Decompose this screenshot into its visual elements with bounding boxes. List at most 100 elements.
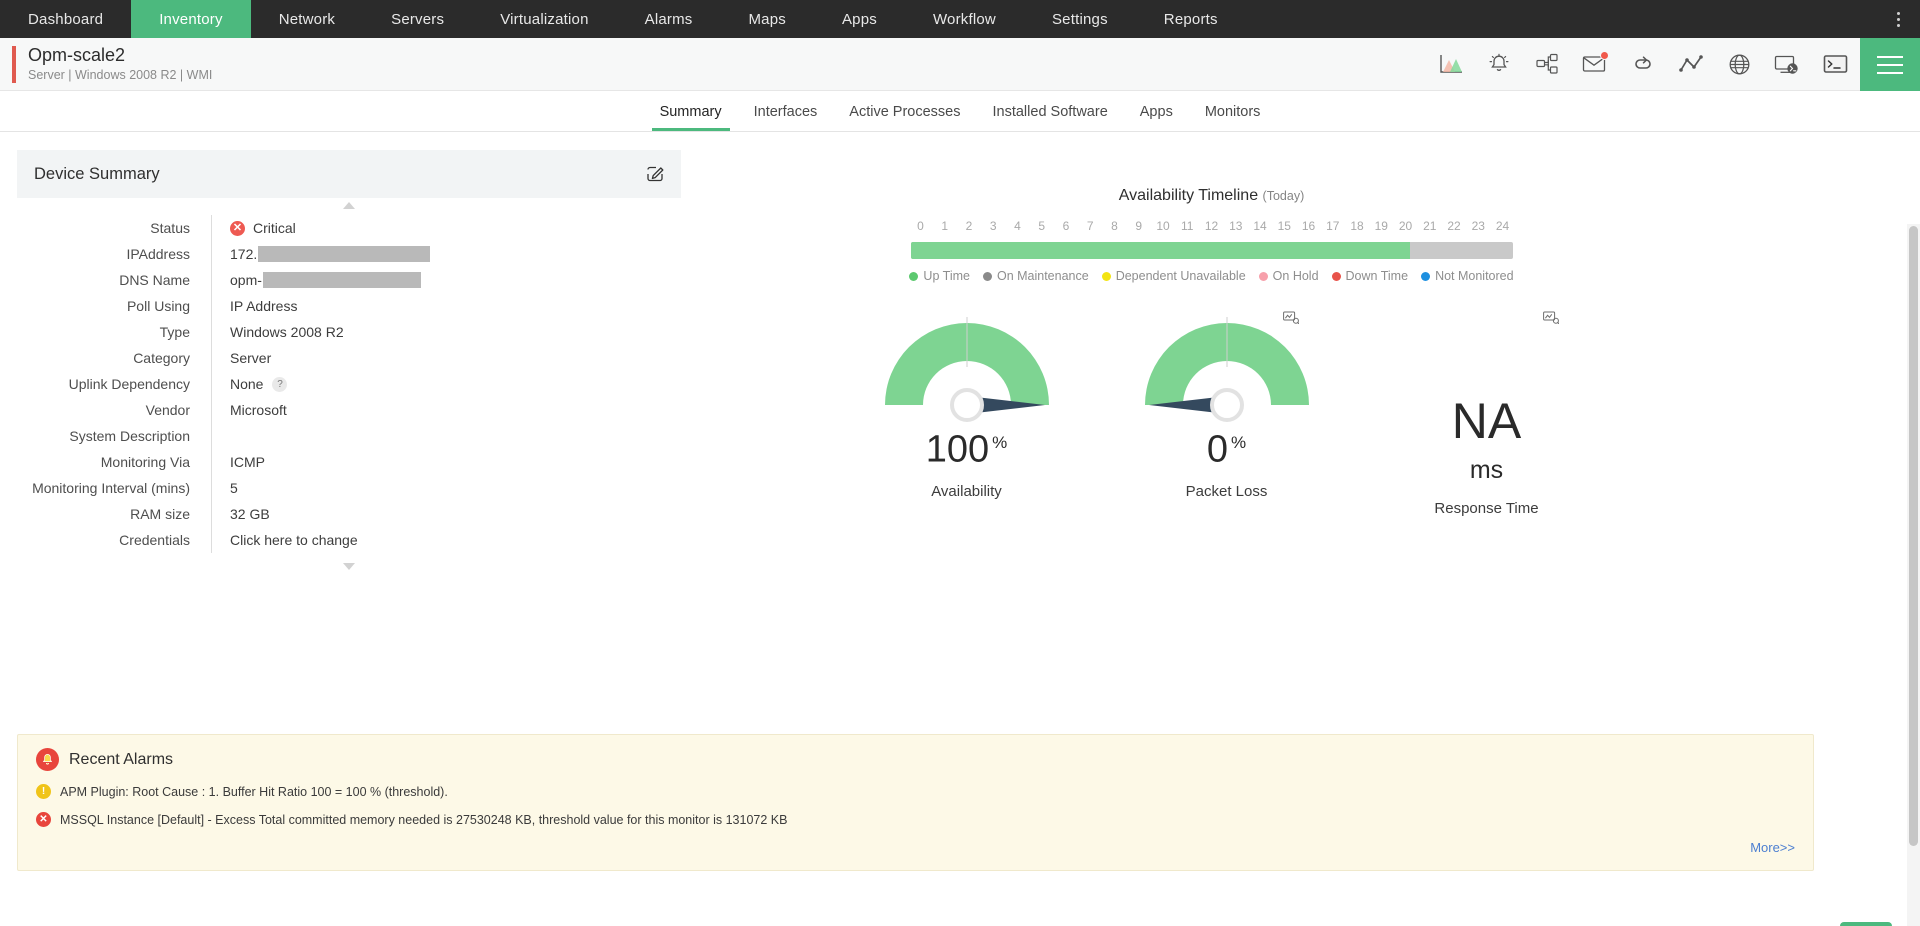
edit-icon[interactable] <box>646 165 664 183</box>
legend-label: On Hold <box>1273 269 1319 283</box>
gauge-svg <box>867 305 1067 423</box>
legend-label: Not Monitored <box>1435 269 1514 283</box>
nav-item-inventory[interactable]: Inventory <box>131 0 251 38</box>
tab-summary[interactable]: Summary <box>644 93 738 130</box>
summary-field-text: 172. <box>230 246 257 262</box>
nav-item-virtualization[interactable]: Virtualization <box>472 0 616 38</box>
workflow-icon[interactable] <box>1534 51 1560 77</box>
globe-icon[interactable] <box>1726 51 1752 77</box>
timeline-tick: 22 <box>1444 219 1464 233</box>
summary-field-label: Credentials <box>17 532 211 548</box>
top-nav-items: DashboardInventoryNetworkServersVirtuali… <box>0 0 1246 38</box>
timeline-tick: 11 <box>1177 219 1197 233</box>
nav-item-network[interactable]: Network <box>251 0 363 38</box>
timeline-bar[interactable] <box>911 242 1513 259</box>
gauge-packet-loss: 0% Packet Loss <box>1127 305 1327 517</box>
summary-field-label: RAM size <box>17 506 211 522</box>
alarms-more-link[interactable]: More>> <box>36 840 1795 855</box>
main-content: Device Summary Status✕CriticalIPAddress1… <box>0 132 1920 926</box>
timeline-tick: 5 <box>1032 219 1052 233</box>
summary-field-label: Status <box>17 220 211 236</box>
alarm-row[interactable]: ✕MSSQL Instance [Default] - Excess Total… <box>36 812 1795 827</box>
tab-apps[interactable]: Apps <box>1124 93 1189 130</box>
timeline-tick: 8 <box>1105 219 1125 233</box>
gauge-group: 100% Availability 0% Packet Loss NAmsRespons… <box>533 305 1920 517</box>
mail-icon[interactable] <box>1582 51 1608 77</box>
gauge-caption: Availability <box>867 483 1067 500</box>
nav-item-servers[interactable]: Servers <box>363 0 472 38</box>
device-name: Opm-scale2 <box>28 45 212 66</box>
gauge-response-time: NAmsResponse Time <box>1387 305 1587 517</box>
timeline-tick: 20 <box>1396 219 1416 233</box>
summary-field-label: Category <box>17 350 211 366</box>
summary-field-label: Poll Using <box>17 298 211 314</box>
tab-installed-software[interactable]: Installed Software <box>977 93 1124 130</box>
warning-icon: ! <box>36 784 51 799</box>
nav-overflow-kebab-icon[interactable] <box>1886 0 1910 38</box>
legend-label: Down Time <box>1346 269 1409 283</box>
critical-status-icon: ✕ <box>230 221 245 236</box>
device-subtabs: SummaryInterfacesActive ProcessesInstall… <box>0 91 1920 132</box>
tab-monitors[interactable]: Monitors <box>1189 93 1277 130</box>
summary-field-text: None <box>230 376 263 392</box>
help-icon[interactable]: ? <box>272 377 287 392</box>
legend-color-dot <box>983 272 992 281</box>
timeline-tick: 12 <box>1202 219 1222 233</box>
menu-line <box>1877 56 1903 58</box>
timeline-tick: 14 <box>1250 219 1270 233</box>
gauge-svg <box>1127 305 1327 423</box>
vertical-scrollbar-thumb[interactable] <box>1909 226 1918 846</box>
legend-color-dot <box>1102 272 1111 281</box>
change-credentials-link[interactable]: Click here to change <box>230 532 358 548</box>
line-trend-icon[interactable] <box>1678 51 1704 77</box>
nav-item-alarms[interactable]: Alarms <box>617 0 721 38</box>
legend-color-dot <box>1332 272 1341 281</box>
gauge-value: 0% <box>1127 423 1327 470</box>
nav-item-dashboard[interactable]: Dashboard <box>0 0 131 38</box>
legend-item: On Hold <box>1259 269 1319 283</box>
gauge-hub <box>1212 390 1242 420</box>
legend-label: On Maintenance <box>997 269 1089 283</box>
summary-field-value[interactable]: Click here to change <box>211 527 681 553</box>
nav-item-reports[interactable]: Reports <box>1136 0 1246 38</box>
header-icon-toolbar <box>1438 38 1848 90</box>
gauge-hub <box>952 390 982 420</box>
summary-field-label: Type <box>17 324 211 340</box>
legend-color-dot <box>1259 272 1268 281</box>
device-status-accent-bar <box>12 46 16 83</box>
chevron-down-icon <box>343 563 355 570</box>
mail-unread-badge <box>1600 51 1609 60</box>
remote-desktop-icon[interactable] <box>1774 51 1800 77</box>
recent-alarms-list: !APM Plugin: Root Cause : 1. Buffer Hit … <box>36 784 1795 827</box>
nav-item-maps[interactable]: Maps <box>720 0 813 38</box>
gauge-caption: Response Time <box>1387 500 1587 517</box>
kebab-dot <box>1897 12 1900 15</box>
nav-item-workflow[interactable]: Workflow <box>905 0 1024 38</box>
terminal-icon[interactable] <box>1822 51 1848 77</box>
gauge-value-number: 0 <box>1207 429 1228 471</box>
alarm-row[interactable]: !APM Plugin: Root Cause : 1. Buffer Hit … <box>36 784 1795 799</box>
summary-field-label: IPAddress <box>17 246 211 262</box>
gauge-value-unit: % <box>1231 433 1246 452</box>
gauge-value: 100% <box>867 423 1067 470</box>
tab-active-processes[interactable]: Active Processes <box>833 93 976 130</box>
gauge-caption: Packet Loss <box>1127 483 1327 500</box>
summary-row: Device Summary Status✕CriticalIPAddress1… <box>0 132 1920 570</box>
summary-scroll-down[interactable] <box>17 553 681 570</box>
area-chart-icon[interactable] <box>1438 51 1464 77</box>
vertical-scrollbar[interactable] <box>1907 224 1920 926</box>
chat-bubble-icon[interactable] <box>1840 922 1892 926</box>
critical-icon: ✕ <box>36 812 51 827</box>
menu-icon[interactable] <box>1860 38 1920 91</box>
availability-timeline-title: Availability Timeline (Today) <box>503 187 1920 205</box>
nav-item-apps[interactable]: Apps <box>814 0 905 38</box>
alert-bell-icon[interactable] <box>1486 51 1512 77</box>
availability-column: Availability Timeline (Today) 0123456789… <box>681 150 1920 570</box>
kebab-dot <box>1897 18 1900 21</box>
link-loop-icon[interactable] <box>1630 51 1656 77</box>
timeline-tick: 24 <box>1493 219 1513 233</box>
nav-item-settings[interactable]: Settings <box>1024 0 1136 38</box>
timeline-tick: 4 <box>1008 219 1028 233</box>
timeline-tick: 21 <box>1420 219 1440 233</box>
tab-interfaces[interactable]: Interfaces <box>738 93 834 130</box>
